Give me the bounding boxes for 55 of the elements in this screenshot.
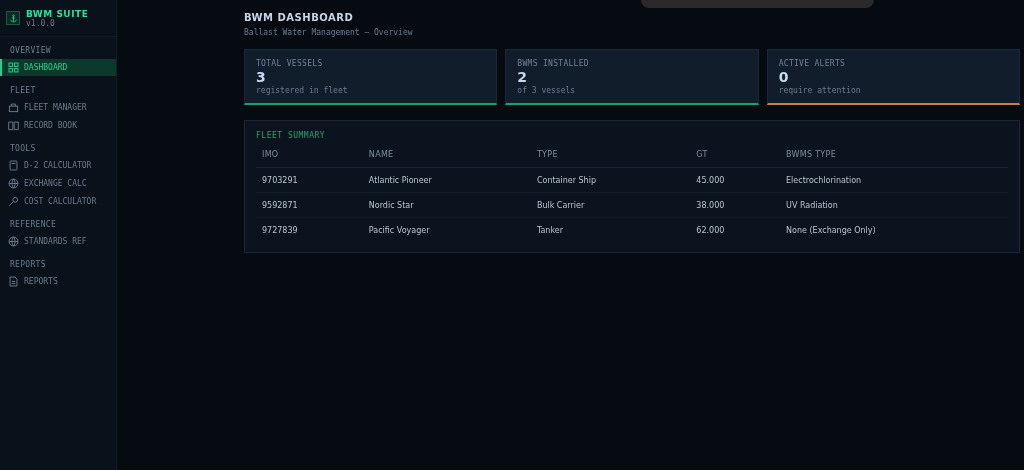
table-cell: 9727839: [256, 217, 363, 242]
sidebar-item[interactable]: STANDARDS REF: [0, 233, 116, 250]
version-label: v1.0.0: [26, 18, 56, 28]
sidebar-item[interactable]: D-2 CALCULATOR: [0, 157, 116, 174]
table-cell: 38.000: [690, 192, 781, 218]
sidebar-item[interactable]: REPORTS: [0, 273, 116, 290]
column-header: NAME: [362, 150, 531, 168]
table-cell: 9703291: [256, 167, 363, 193]
section-label: OVERVIEW: [9, 45, 52, 57]
table-cell: Bulk Carrier: [530, 192, 691, 218]
column-header: TYPE: [530, 150, 691, 168]
table-cell: Tanker: [530, 217, 691, 242]
table-cell: Electrochlorination: [780, 167, 1008, 193]
calculator-icon: [8, 160, 19, 171]
column-header: GT: [690, 150, 781, 168]
document-icon: [8, 276, 19, 287]
stat-note: of 3 vessels: [517, 85, 577, 95]
stat-value: 0: [778, 68, 790, 85]
table-cell: 9592871: [256, 192, 363, 218]
sidebar-item[interactable]: COST CALCULATOR: [0, 193, 116, 210]
panel-title: FLEET SUMMARY: [256, 131, 327, 140]
section-label: REFERENCE: [9, 219, 58, 231]
stat-label: TOTAL VESSELS: [256, 58, 324, 68]
page-subtitle: Ballast Water Management — Overview: [244, 28, 414, 37]
table-cell: Atlantic Pioneer: [362, 167, 531, 193]
sidebar-item[interactable]: RECORD BOOK: [0, 117, 116, 134]
book-icon: [8, 120, 19, 131]
globe-icon: [8, 178, 19, 189]
stat-label: ACTIVE ALERTS: [778, 58, 847, 68]
section-label: FLEET: [9, 85, 37, 97]
grid-icon: [8, 62, 19, 73]
sidebar-item[interactable]: DASHBOARD: [0, 59, 116, 76]
wrench-icon: [8, 196, 19, 207]
sidebar-item[interactable]: FLEET MANAGER: [0, 99, 116, 116]
globe-icon: [8, 236, 19, 247]
table-cell: Container Ship: [530, 167, 691, 193]
section-label: TOOLS: [9, 143, 37, 155]
table-cell: Nordic Star: [362, 192, 531, 218]
page-title: BWM DASHBOARD: [244, 12, 355, 23]
table-cell: 62.000: [690, 217, 781, 242]
section-label: REPORTS: [9, 259, 47, 271]
table-cell: UV Radiation: [780, 192, 1008, 218]
stat-note: require attention: [778, 85, 862, 95]
stat-note: registered in fleet: [256, 85, 349, 95]
table-cell: Pacific Voyager: [362, 217, 531, 242]
table-cell: None (Exchange Only): [780, 217, 1008, 242]
table-cell: 45.000: [690, 167, 781, 193]
sidebar-item[interactable]: EXCHANGE CALC: [0, 175, 116, 192]
stat-label: BWMS INSTALLED: [517, 58, 590, 68]
stat-value: 3: [256, 68, 267, 85]
column-header: IMO: [256, 150, 363, 168]
column-header: BWMS TYPE: [780, 150, 1008, 168]
briefcase-icon: [8, 102, 19, 113]
stat-value: 2: [517, 68, 529, 85]
app-title: BWM SUITE: [26, 8, 89, 19]
